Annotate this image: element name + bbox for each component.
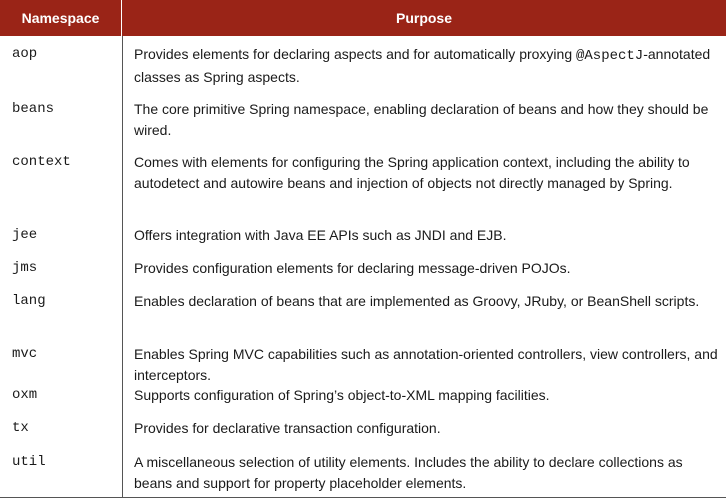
table-bottom-rule <box>0 497 726 498</box>
namespace-table: Namespace Purpose aop Provides elements … <box>0 0 726 491</box>
purpose-code: @AspectJ <box>576 48 644 64</box>
purpose-text: Provides elements for declaring aspects … <box>134 46 576 62</box>
namespace-cell: tx <box>12 420 29 436</box>
namespace-cell: lang <box>12 293 46 309</box>
purpose-cell: The core primitive Spring namespace, ena… <box>134 101 709 138</box>
purpose-cell: Enables Spring MVC capabilities such as … <box>134 346 718 383</box>
namespace-cell: jee <box>12 227 38 243</box>
purpose-cell: Comes with elements for configuring the … <box>134 154 690 191</box>
purpose-cell: Offers integration with Java EE APIs suc… <box>134 227 507 243</box>
namespace-cell: mvc <box>12 346 38 362</box>
table-header: Namespace Purpose <box>0 0 726 36</box>
namespace-cell: util <box>12 454 46 470</box>
column-divider <box>122 36 123 498</box>
purpose-cell: Provides elements for declaring aspects … <box>134 44 720 88</box>
purpose-cell: A miscellaneous selection of utility ele… <box>134 454 683 491</box>
purpose-cell: Provides configuration elements for decl… <box>134 260 571 276</box>
purpose-cell: Supports configuration of Spring’s objec… <box>134 387 550 403</box>
namespace-cell: context <box>12 154 71 170</box>
purpose-cell: Provides for declarative transaction con… <box>134 420 441 436</box>
namespace-cell: jms <box>12 260 38 276</box>
namespace-cell: aop <box>12 46 38 62</box>
namespace-cell: beans <box>12 101 55 117</box>
header-namespace: Namespace <box>0 0 122 36</box>
header-purpose: Purpose <box>395 10 452 26</box>
purpose-cell: Enables declaration of beans that are im… <box>134 293 700 309</box>
namespace-cell: oxm <box>12 387 38 403</box>
